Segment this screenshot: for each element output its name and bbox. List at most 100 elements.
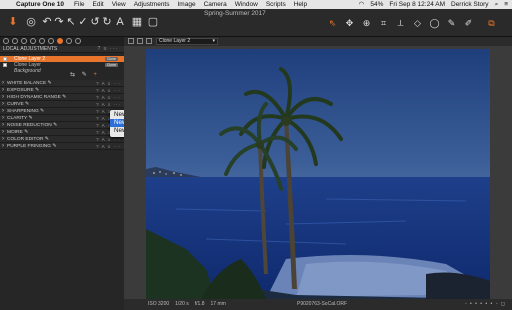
adj-high-dynamic-range[interactable]: HIGH DYNAMIC RANGE ✎? A ≡ ··· bbox=[0, 94, 124, 101]
add-layer-icon[interactable]: + bbox=[93, 72, 97, 78]
menu-window[interactable]: Window bbox=[235, 0, 258, 9]
adj-purple-fringing[interactable]: PURPLE FRINGING ✎? A ≡ ··· bbox=[0, 143, 124, 150]
viewer-toolbar: Clone Layer 2 ▾ bbox=[124, 37, 512, 46]
adj-options-icon[interactable]: ? A ≡ ··· bbox=[96, 101, 121, 108]
rating-stars[interactable]: ◦ • • • • • ◦ ◻ bbox=[465, 301, 506, 307]
adj-label: EXPOSURE bbox=[7, 88, 34, 93]
menu-image[interactable]: Image bbox=[178, 0, 196, 9]
adj-label: COLOR EDITOR bbox=[7, 137, 44, 142]
menu-edit[interactable]: Edit bbox=[93, 0, 104, 9]
adj-noise-reduction[interactable]: NOISE REDUCTION ✎? A ≡ ··· bbox=[0, 122, 124, 129]
focal-value: 17 mm bbox=[210, 301, 226, 307]
adj-label: MOIRE bbox=[7, 130, 23, 135]
spot-tool-icon[interactable]: ◯ bbox=[428, 17, 441, 29]
layer-select-dropdown[interactable]: Clone Layer 2 ▾ bbox=[156, 38, 218, 45]
section-title: LOCAL ADJUSTMENTS bbox=[3, 46, 58, 52]
aperture-value: f/1.8 bbox=[194, 301, 205, 307]
cursor-tool-icon[interactable]: ⇖ bbox=[326, 17, 339, 29]
metadata-tab-icon[interactable] bbox=[75, 38, 81, 44]
layer-name: Background bbox=[14, 68, 41, 74]
local-adjustments-tab-icon[interactable] bbox=[57, 38, 63, 44]
main-toolbar: Spring-Summer 2017 ⬇ ◎ ↶ ↷ ↖ ✓ ↺ ↻ A ▦ ▢… bbox=[0, 9, 512, 37]
layer-type-badge: Clone bbox=[104, 57, 118, 61]
adj-options-icon[interactable]: ? A ≡ ··· bbox=[96, 80, 121, 87]
menu-camera[interactable]: Camera bbox=[204, 0, 227, 9]
menu-help[interactable]: Help bbox=[294, 0, 307, 9]
layer-brush-icon[interactable]: ✎ bbox=[82, 72, 87, 78]
menu-adjustments[interactable]: Adjustments bbox=[134, 0, 170, 9]
adj-sharpening[interactable]: SHARPENING ✎? A ≡ ··· bbox=[0, 108, 124, 115]
adjustment-list: WHITE BALANCE ✎? A ≡ ··· EXPOSURE ✎? A ≡… bbox=[0, 80, 124, 150]
chevron-down-icon: ▾ bbox=[212, 38, 215, 44]
app-menu[interactable]: Capture One 10 bbox=[16, 0, 64, 9]
window-title: Spring-Summer 2017 bbox=[204, 10, 266, 17]
adj-options-icon[interactable]: ? A ≡ ··· bbox=[96, 94, 121, 101]
adj-options-icon[interactable]: ? A ≡ ··· bbox=[96, 143, 121, 150]
details-tab-icon[interactable] bbox=[48, 38, 54, 44]
exposure-tab-icon[interactable] bbox=[39, 38, 45, 44]
clock[interactable]: Fri Sep 8 12:24 AM bbox=[389, 0, 445, 9]
shutter-value: 1/20 s bbox=[175, 301, 189, 307]
layer-settings-icon[interactable]: ⇆ bbox=[70, 72, 75, 78]
adj-options-icon[interactable]: ? A ≡ ··· bbox=[96, 136, 121, 143]
adjustments-tab-icon[interactable] bbox=[66, 38, 72, 44]
adj-label: HIGH DYNAMIC RANGE bbox=[7, 95, 61, 100]
menu-file[interactable]: File bbox=[74, 0, 84, 9]
layer-tools: ⇆ ✎ + bbox=[70, 71, 110, 79]
file-name: P9020763-SoCal.ORF bbox=[297, 301, 348, 307]
tool-tabs bbox=[0, 37, 124, 46]
wifi-icon[interactable]: ◠ bbox=[359, 0, 365, 9]
iso-value: ISO 3200 bbox=[148, 301, 170, 307]
layer-type-badge: Clone bbox=[104, 63, 118, 67]
menu-list-icon[interactable]: ≡ bbox=[504, 0, 508, 9]
picker-tool-icon[interactable]: ✐ bbox=[462, 17, 475, 29]
export-icon[interactable]: ⧉ bbox=[485, 17, 498, 29]
photo-image bbox=[146, 49, 490, 299]
grid-view-icon[interactable]: ▦ bbox=[130, 15, 144, 29]
image-viewer[interactable] bbox=[124, 46, 512, 299]
adj-exposure[interactable]: EXPOSURE ✎? A ≡ ··· bbox=[0, 87, 124, 94]
layer-visibility-checkbox[interactable] bbox=[3, 63, 7, 67]
straighten-tool-icon[interactable]: ⟂ bbox=[394, 17, 407, 29]
local-adjustments-header[interactable]: LOCAL ADJUSTMENTS ? ≡ ··· bbox=[0, 46, 124, 53]
single-image-icon[interactable] bbox=[128, 38, 134, 44]
adj-clarity[interactable]: CLARITY ✎? A ≡ ··· bbox=[0, 115, 124, 122]
mask-icon[interactable] bbox=[146, 38, 152, 44]
battery-percent[interactable]: 54% bbox=[370, 0, 383, 9]
capture-tab-icon[interactable] bbox=[12, 38, 18, 44]
layer-select-value: Clone Layer 2 bbox=[159, 38, 191, 44]
adj-white-balance[interactable]: WHITE BALANCE ✎? A ≡ ··· bbox=[0, 80, 124, 87]
color-tab-icon[interactable] bbox=[30, 38, 36, 44]
adj-label: NOISE REDUCTION bbox=[7, 123, 52, 128]
library-tab-icon[interactable] bbox=[3, 38, 9, 44]
adj-label: CURVE bbox=[7, 102, 24, 107]
adj-curve[interactable]: CURVE ✎? A ≡ ··· bbox=[0, 101, 124, 108]
section-options-icon[interactable]: ? ≡ ··· bbox=[98, 46, 118, 53]
brush-tool-icon[interactable]: ✎ bbox=[445, 17, 458, 29]
capture-icon[interactable]: ◎ bbox=[24, 15, 38, 29]
single-view-icon[interactable]: ▢ bbox=[146, 15, 160, 29]
adj-color-editor[interactable]: COLOR EDITOR ✎? A ≡ ··· bbox=[0, 136, 124, 143]
lens-tab-icon[interactable] bbox=[21, 38, 27, 44]
exif-info: ISO 3200 1/20 s f/1.8 17 mm bbox=[148, 301, 226, 307]
image-info-bar: ISO 3200 1/20 s f/1.8 17 mm P9020763-SoC… bbox=[124, 299, 512, 310]
crop-tool-icon[interactable]: ⌗ bbox=[377, 17, 390, 29]
zoom-tool-icon[interactable]: ⊕ bbox=[360, 17, 373, 29]
adj-label: SHARPENING bbox=[7, 109, 39, 114]
menu-scripts[interactable]: Scripts bbox=[266, 0, 286, 9]
photo-canvas[interactable] bbox=[146, 49, 490, 299]
adj-moire[interactable]: MOIRE ✎? A ≡ ··· bbox=[0, 129, 124, 136]
rotate-icon[interactable]: ↻ bbox=[100, 15, 114, 29]
text-icon[interactable]: A bbox=[113, 15, 127, 29]
keystone-tool-icon[interactable]: ◇ bbox=[411, 17, 424, 29]
search-icon[interactable]: ⌕ bbox=[495, 0, 499, 9]
user-name[interactable]: Derrick Story bbox=[451, 0, 489, 9]
adj-options-icon[interactable]: ? A ≡ ··· bbox=[96, 87, 121, 94]
adj-label: WHITE BALANCE bbox=[7, 81, 47, 86]
layer-visibility-checkbox[interactable] bbox=[3, 57, 7, 61]
multi-image-icon[interactable] bbox=[137, 38, 143, 44]
pan-tool-icon[interactable]: ✥ bbox=[343, 17, 356, 29]
menu-view[interactable]: View bbox=[112, 0, 126, 9]
adj-label: PURPLE FRINGING bbox=[7, 144, 51, 149]
import-icon[interactable]: ⬇ bbox=[6, 15, 20, 29]
